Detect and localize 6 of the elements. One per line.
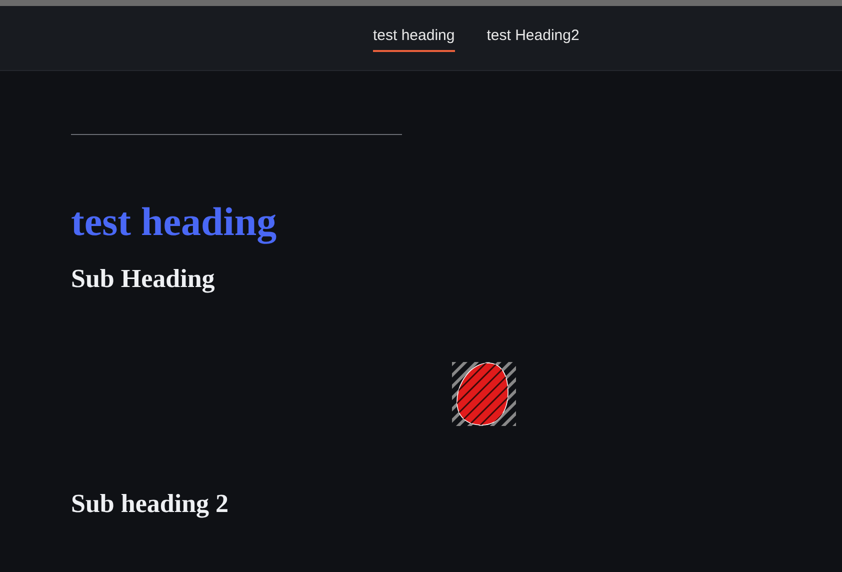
egg-icon xyxy=(452,362,516,426)
nav-tab[interactable]: test Heading2 xyxy=(486,24,580,52)
page-heading: test heading xyxy=(71,198,278,246)
nav-tab[interactable]: test heading xyxy=(373,24,455,52)
sub-heading: Sub Heading xyxy=(71,263,216,295)
sub-heading: Sub heading 2 xyxy=(71,488,230,520)
